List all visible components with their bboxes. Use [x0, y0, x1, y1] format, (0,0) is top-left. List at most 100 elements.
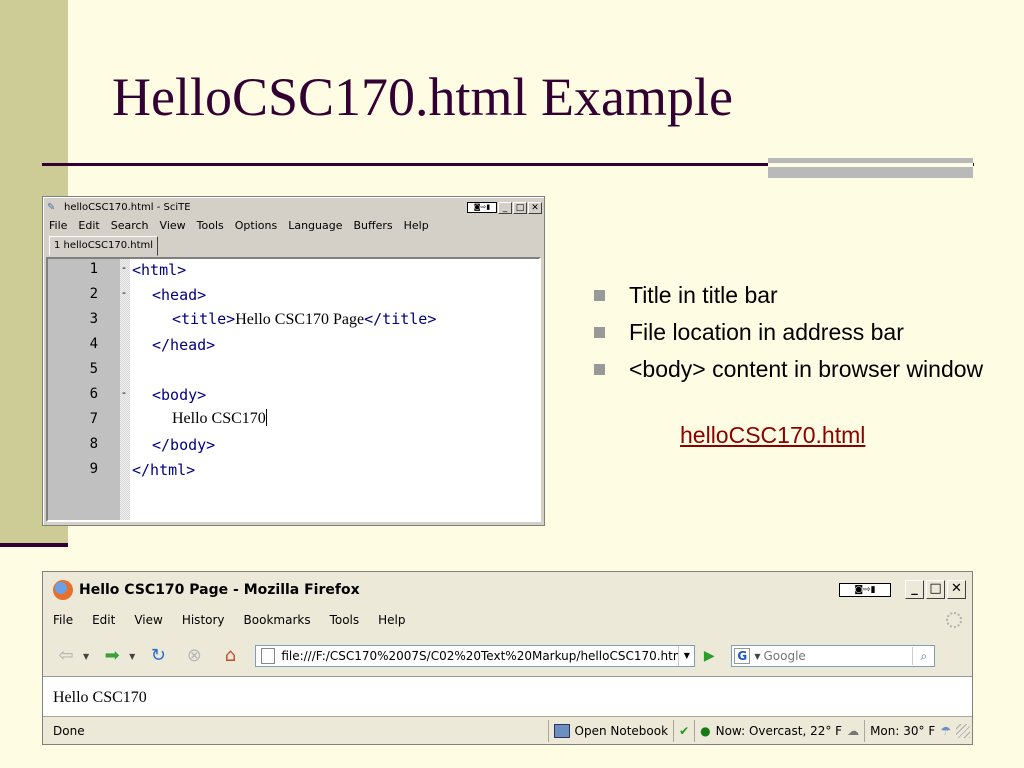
line-number: 3: [89, 311, 98, 327]
back-dropdown-icon[interactable]: ▼: [83, 652, 89, 661]
slide-title: HelloCSC170.html Example: [112, 67, 733, 127]
check-status[interactable]: ✔: [673, 719, 694, 742]
firefox-logo-icon: [53, 579, 73, 600]
tray-icons: ◙⇨▮: [467, 202, 497, 213]
menu-language[interactable]: Language: [288, 219, 342, 232]
search-icon[interactable]: ⌕: [912, 647, 934, 665]
html-open-tag: <html>: [132, 261, 187, 279]
notebook-label: Open Notebook: [574, 723, 669, 738]
title-close-tag: </title>: [364, 310, 437, 328]
menu-tools[interactable]: Tools: [197, 219, 224, 232]
page-icon: [261, 648, 276, 664]
menu-edit[interactable]: Edit: [92, 613, 115, 627]
code-line-3: <title>Hello CSC170 Page</title>: [172, 310, 436, 329]
globe-icon: ●: [700, 723, 711, 738]
scite-window-title: helloCSC170.html - SciTE: [64, 202, 191, 213]
forward-dropdown-icon[interactable]: ▼: [129, 652, 135, 661]
resize-grip-icon[interactable]: [956, 723, 970, 738]
url-text[interactable]: file:///F:/CSC170%2007S/C02%20Text%20Mar…: [281, 649, 678, 663]
scite-titlebar: ✎ helloCSC170.html - SciTE ◙⇨▮ _ □ ✕: [45, 199, 542, 216]
reload-icon[interactable]: ↻: [145, 644, 171, 668]
rain-cloud-icon: ☂: [940, 723, 951, 738]
code-line-8: </body>: [152, 436, 215, 454]
search-input[interactable]: [760, 649, 913, 663]
code-line-7: Hello CSC170: [172, 409, 267, 428]
window-controls: _ □ ✕: [905, 580, 966, 599]
close-button[interactable]: ✕: [947, 580, 966, 599]
scite-title-controls: ◙⇨▮ _ □ ✕: [467, 201, 542, 214]
line-number: 1: [89, 261, 98, 277]
minimize-button[interactable]: _: [498, 201, 512, 214]
bullet-item: <body> content in browser window: [593, 354, 993, 384]
search-bar[interactable]: G ▼ ⌕: [731, 645, 936, 667]
fold-marker[interactable]: -: [122, 386, 126, 399]
menu-tools[interactable]: Tools: [330, 613, 360, 627]
line-number: 8: [89, 436, 98, 452]
home-icon[interactable]: ⌂: [217, 644, 243, 668]
menu-help[interactable]: Help: [404, 219, 429, 232]
check-icon: ✔: [679, 723, 690, 738]
status-text: Done: [53, 723, 85, 738]
open-notebook-button[interactable]: Open Notebook: [547, 719, 674, 742]
go-icon[interactable]: ▶: [699, 646, 719, 666]
body-open-tag: <body>: [152, 386, 207, 404]
body-close-tag: </body>: [152, 436, 216, 454]
firefox-titlebar: Hello CSC170 Page - Mozilla Firefox ◙⇨▮ …: [43, 572, 972, 607]
minimize-button[interactable]: _: [905, 580, 924, 599]
line-number-gutter: 1 2 3 4 5 6 7 8 9: [48, 259, 120, 520]
weather-now[interactable]: ● Now: Overcast, 22° F ☁: [694, 719, 864, 742]
menu-search[interactable]: Search: [111, 219, 149, 232]
title-open-tag: <title>: [172, 310, 236, 328]
code-area[interactable]: <html> <head> <title>Hello CSC170 Page</…: [130, 259, 539, 520]
html-close-tag: </html>: [132, 461, 196, 479]
code-line-2: <head>: [152, 286, 206, 304]
maximize-button[interactable]: □: [926, 580, 945, 599]
hellocsc170-link[interactable]: helloCSC170.html: [680, 422, 865, 449]
weather-now-text: Now: Overcast, 22° F: [715, 723, 843, 738]
code-line-6: <body>: [152, 386, 206, 404]
bullet-item: File location in address bar: [593, 317, 993, 347]
search-engine-icon[interactable]: G: [734, 648, 751, 664]
address-bar[interactable]: file:///F:/CSC170%2007S/C02%20Text%20Mar…: [255, 645, 696, 667]
menu-edit[interactable]: Edit: [78, 219, 99, 232]
close-button[interactable]: ✕: [528, 201, 542, 214]
line-number: 2: [89, 286, 98, 302]
scite-editor[interactable]: 1 2 3 4 5 6 7 8 9 - - - <html> <head> <t…: [46, 257, 541, 522]
fold-marker[interactable]: -: [122, 286, 126, 299]
menu-buffers[interactable]: Buffers: [354, 219, 393, 232]
firefox-window-title: Hello CSC170 Page - Mozilla Firefox: [79, 581, 360, 598]
menu-file[interactable]: File: [49, 219, 67, 232]
menu-bookmarks[interactable]: Bookmarks: [244, 613, 311, 627]
menu-view[interactable]: View: [134, 613, 162, 627]
code-line-4: </head>: [152, 336, 215, 354]
forward-icon[interactable]: ➡: [99, 644, 125, 668]
fold-margin[interactable]: - - -: [120, 259, 130, 520]
line-number: 6: [89, 386, 98, 402]
title-text: Hello CSC170 Page: [235, 311, 365, 328]
head-close-tag: </head>: [152, 336, 216, 354]
page-body-text: Hello CSC170: [53, 689, 147, 706]
line-number: 4: [89, 336, 98, 352]
scite-window: ✎ helloCSC170.html - SciTE ◙⇨▮ _ □ ✕ Fil…: [42, 196, 545, 526]
body-text: Hello CSC170: [172, 410, 266, 427]
text-caret: [265, 409, 267, 426]
fold-marker[interactable]: -: [122, 261, 126, 274]
url-dropdown-icon[interactable]: ▼: [678, 646, 694, 666]
tab-hellocsc170[interactable]: 1 helloCSC170.html: [49, 236, 159, 256]
menu-file[interactable]: File: [53, 613, 73, 627]
bullet-item: Title in title bar: [593, 280, 993, 310]
maximize-button[interactable]: □: [513, 201, 527, 214]
weather-forecast[interactable]: Mon: 30° F ☂: [864, 719, 956, 742]
menu-help[interactable]: Help: [378, 613, 405, 627]
menu-options[interactable]: Options: [235, 219, 277, 232]
stop-icon[interactable]: ⊗: [181, 644, 207, 668]
navigation-toolbar: ⇦ ▼ ➡ ▼ ↻ ⊗ ⌂ file:///F:/CSC170%2007S/C0…: [43, 640, 972, 672]
back-icon[interactable]: ⇦: [53, 644, 79, 668]
line-number: 7: [89, 411, 98, 427]
menu-view[interactable]: View: [160, 219, 186, 232]
notebook-icon: [553, 723, 570, 738]
firefox-menubar: File Edit View History Bookmarks Tools H…: [53, 610, 406, 630]
cloud-icon: ☁: [847, 723, 860, 738]
menu-history[interactable]: History: [182, 613, 225, 627]
head-open-tag: <head>: [152, 286, 207, 304]
